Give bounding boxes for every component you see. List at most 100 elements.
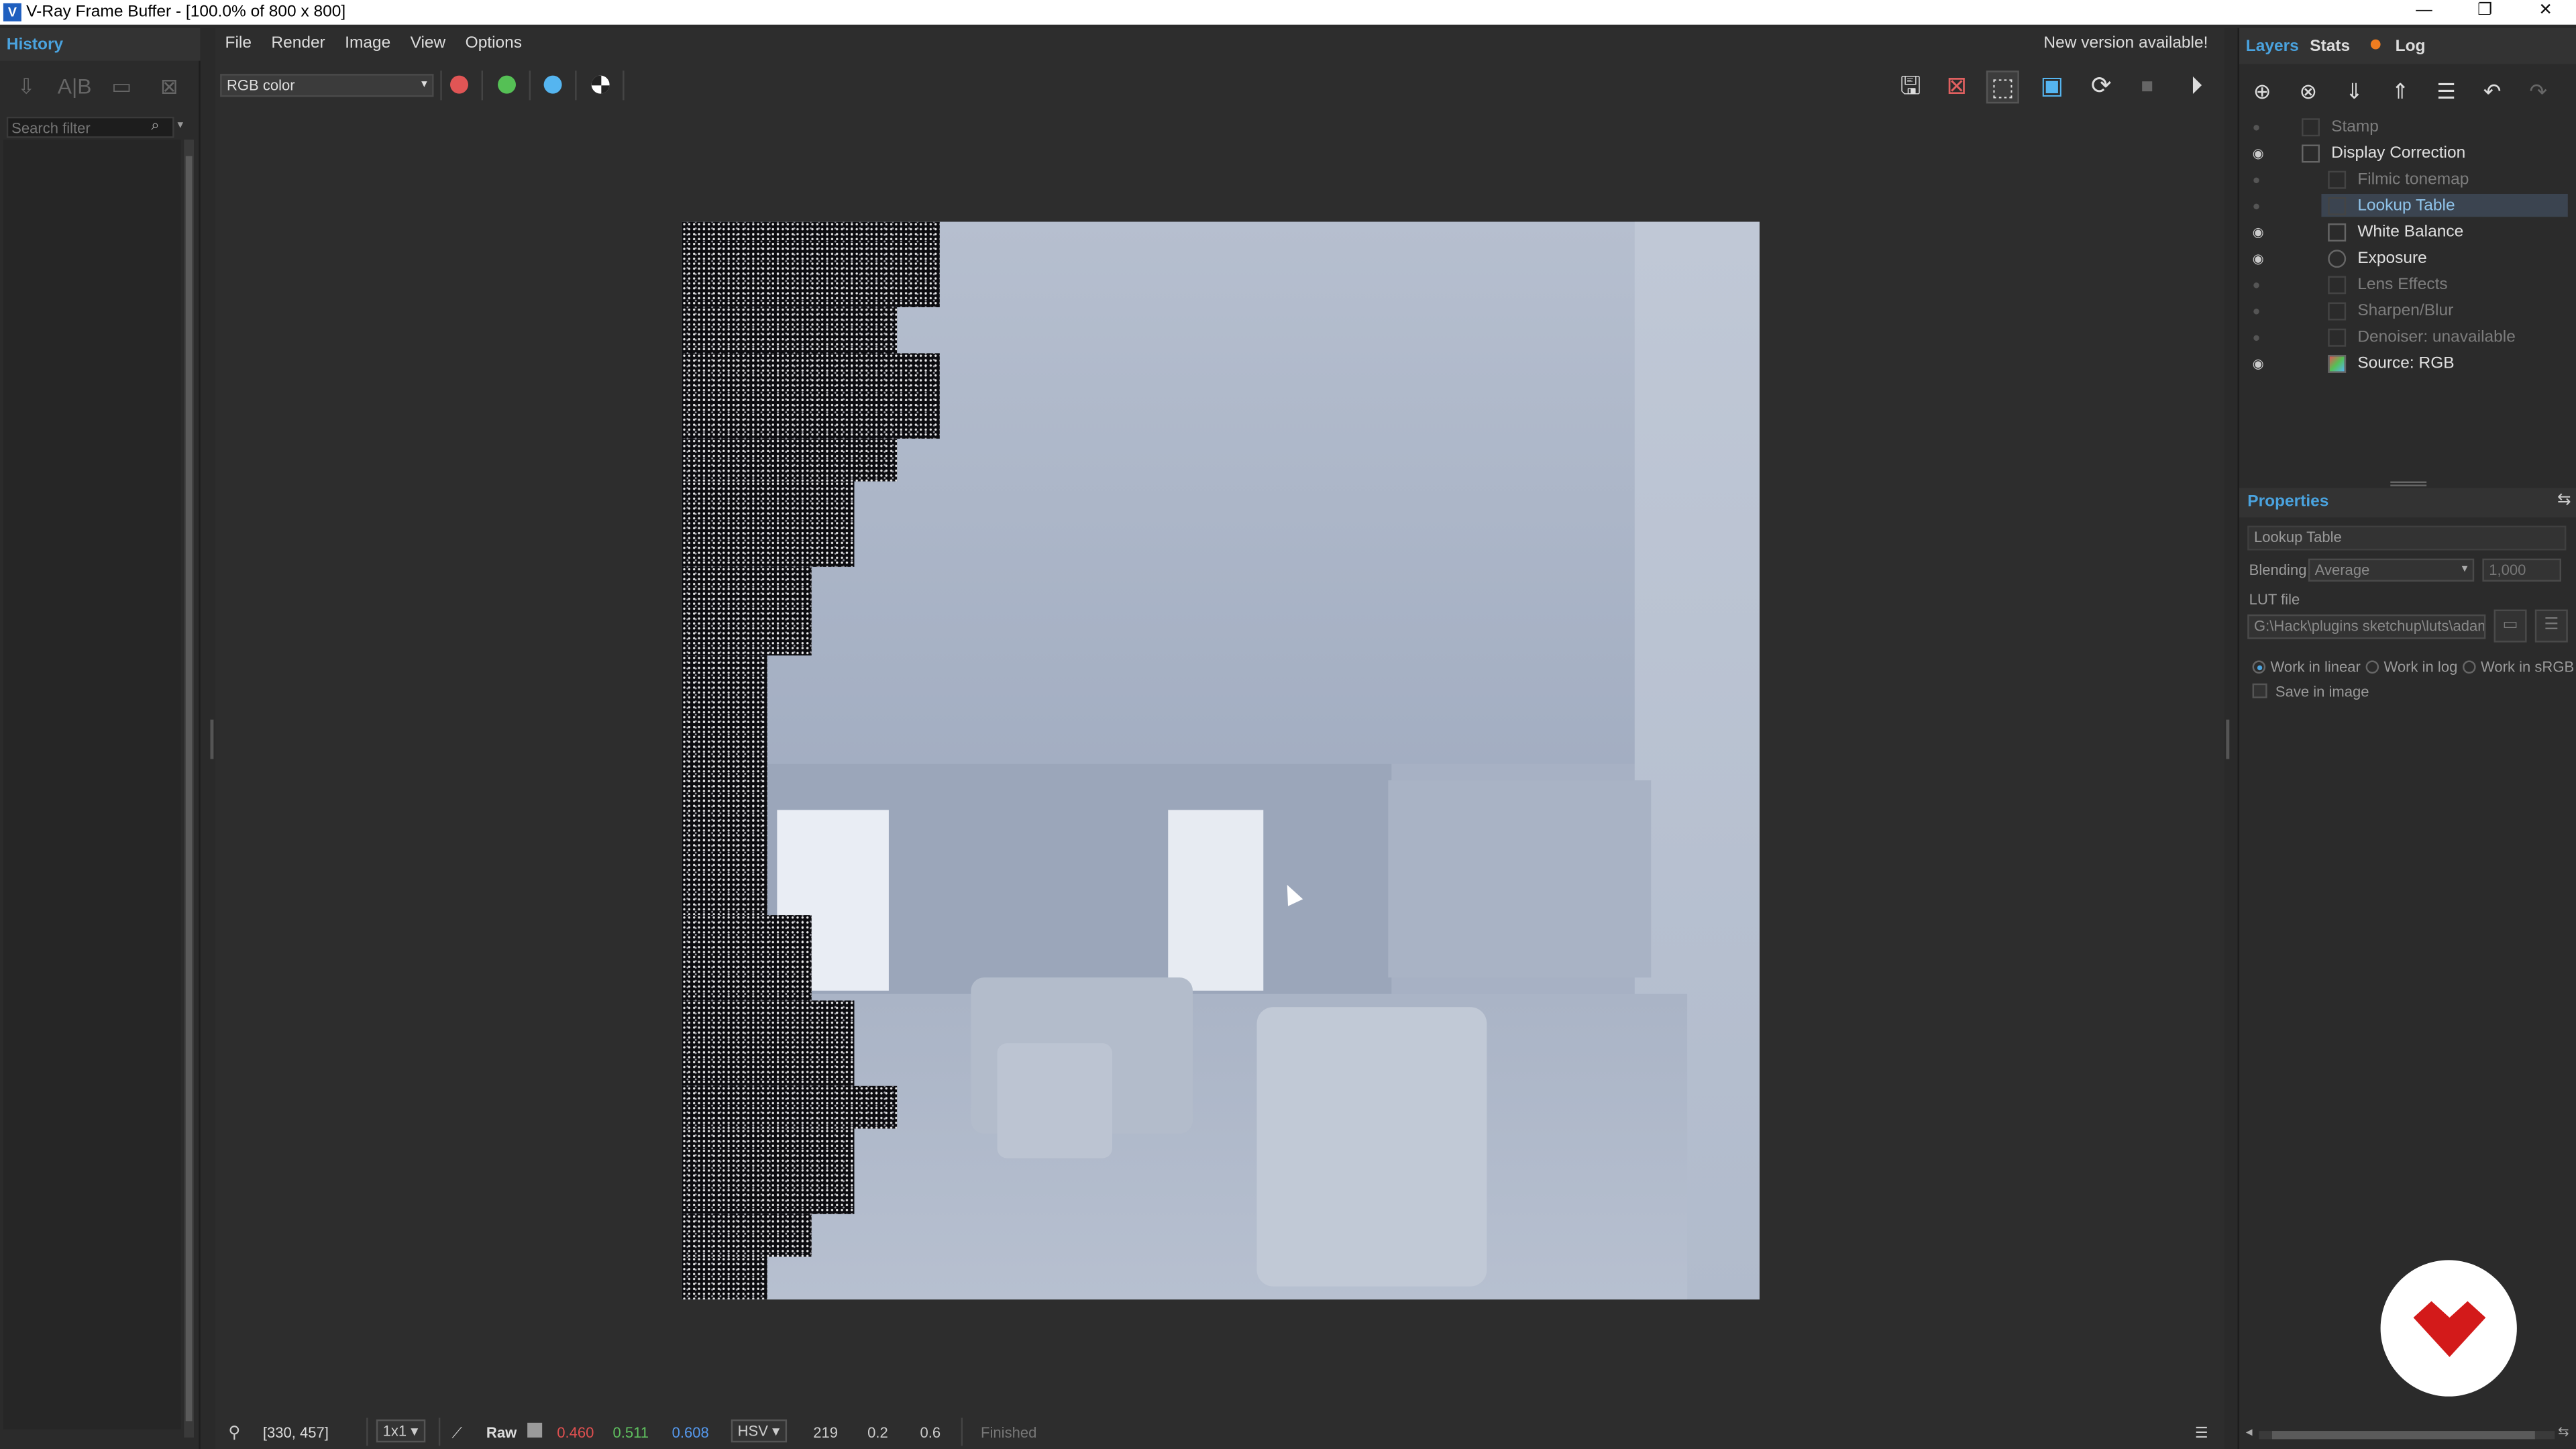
chevron-down-icon: ▾: [421, 78, 427, 91]
layer-row-white-balance[interactable]: ◉ White Balance: [2239, 220, 2569, 245]
panel-splitter-handle[interactable]: [2390, 481, 2427, 486]
menu-image[interactable]: Image: [335, 28, 400, 61]
new-version-link[interactable]: New version available!: [2043, 34, 2208, 52]
browse-folder-icon[interactable]: ▭: [2493, 609, 2527, 643]
history-tab[interactable]: History: [0, 28, 201, 61]
tab-layers[interactable]: Layers: [2246, 38, 2299, 56]
restore-button[interactable]: ❐: [2455, 0, 2516, 25]
save-image-icon[interactable]: 🖫: [1894, 70, 1927, 103]
save-layer-tree-icon[interactable]: ⇓: [2338, 77, 2371, 107]
properties-hscrollbar-thumb[interactable]: [2271, 1431, 2535, 1440]
right-splitter-handle[interactable]: [2226, 719, 2230, 759]
layer-row-denoiser[interactable]: ● Denoiser: unavailable: [2239, 325, 2569, 350]
color-mode-value: HSV: [737, 1422, 768, 1440]
left-splitter-handle[interactable]: [210, 719, 214, 759]
delete-layer-icon[interactable]: ⊗: [2292, 77, 2324, 107]
close-button[interactable]: ✕: [2515, 0, 2576, 25]
sharpen-blur-icon: [2328, 302, 2347, 321]
layer-row-filmic-tonemap[interactable]: ● Filmic tonemap: [2239, 168, 2569, 193]
save-in-image-checkbox[interactable]: [2252, 683, 2267, 698]
history-list[interactable]: [3, 140, 181, 1430]
tab-log[interactable]: Log: [2396, 38, 2426, 56]
layer-row-display-correction[interactable]: ◉ Display Correction: [2239, 142, 2569, 166]
layer-row-exposure[interactable]: ◉ Exposure: [2239, 246, 2569, 271]
layer-label: Denoiser: unavailable: [2357, 328, 2516, 347]
stop-render-icon[interactable]: ⏹: [2131, 70, 2163, 103]
menu-view[interactable]: View: [400, 28, 455, 61]
undo-icon[interactable]: ↶: [2476, 77, 2509, 107]
region-render-icon[interactable]: ▣: [2035, 70, 2068, 103]
blending-amount-spinner[interactable]: 1,000: [2482, 558, 2561, 582]
layer-label: Source: RGB: [2357, 354, 2455, 373]
visibility-eye-icon[interactable]: ●: [2253, 278, 2261, 292]
layer-label: Lens Effects: [2357, 276, 2448, 294]
visibility-eye-icon[interactable]: ●: [2253, 120, 2261, 135]
render-interactive-icon[interactable]: ⟳: [2085, 70, 2118, 103]
search-icon[interactable]: ⌕: [151, 117, 159, 135]
remove-history-icon[interactable]: ⊠: [153, 74, 186, 100]
channel-select[interactable]: RGB color ▾: [220, 74, 434, 97]
curve-icon[interactable]: ⟋: [451, 1424, 462, 1442]
zoom-ratio-select[interactable]: 1x1 ▾: [376, 1419, 425, 1443]
track-mouse-icon[interactable]: ⬚: [1986, 70, 2019, 104]
load-layer-tree-icon[interactable]: ⇑: [2383, 77, 2416, 107]
color-mode-select[interactable]: HSV ▾: [731, 1419, 786, 1443]
work-in-linear-radio[interactable]: [2252, 660, 2266, 674]
add-layer-icon[interactable]: ⊕: [2246, 77, 2279, 107]
layer-row-lookup-table[interactable]: ● Lookup Table: [2239, 193, 2569, 219]
render-canvas[interactable]: [682, 221, 1760, 1300]
green-channel-toggle[interactable]: [498, 75, 516, 94]
scroll-left-icon[interactable]: ◂: [2246, 1424, 2253, 1439]
pixel-pick-icon[interactable]: ⚲: [228, 1424, 240, 1442]
blue-value: 0.608: [672, 1424, 709, 1441]
menu-file[interactable]: File: [215, 28, 262, 61]
redo-icon[interactable]: ↷: [2522, 77, 2555, 107]
history-scrollbar[interactable]: [184, 140, 194, 1438]
toolbar-divider: [575, 70, 577, 101]
history-toolbar: ⇩ A|B ▭ ⊠: [10, 74, 186, 100]
red-channel-toggle[interactable]: [450, 75, 468, 94]
properties-hscrollbar[interactable]: [2259, 1431, 2555, 1440]
layer-row-lens-effects[interactable]: ● Lens Effects: [2239, 273, 2569, 298]
chevron-down-icon: ▾: [2461, 564, 2468, 576]
work-in-log-radio[interactable]: [2365, 660, 2379, 674]
layer-presets-icon[interactable]: ☰: [2430, 77, 2463, 107]
monochrome-toggle[interactable]: [591, 75, 610, 94]
start-render-icon[interactable]: ⏵: [2180, 70, 2213, 103]
layer-row-sharpen-blur[interactable]: ● Sharpen/Blur: [2239, 299, 2569, 324]
visibility-eye-icon[interactable]: ◉: [2253, 252, 2264, 266]
visibility-eye-icon[interactable]: ◉: [2253, 146, 2264, 161]
search-filter-dropdown-icon[interactable]: ▾: [177, 118, 183, 131]
history-scrollbar-thumb[interactable]: [185, 156, 193, 1421]
layer-row-source-rgb[interactable]: ◉ Source: RGB: [2239, 352, 2569, 376]
log-toggle-icon[interactable]: ☰: [2195, 1424, 2208, 1442]
load-history-icon[interactable]: ▭: [105, 74, 138, 100]
blue-channel-toggle[interactable]: [543, 75, 562, 94]
lut-file-path-field[interactable]: G:\Hack\plugins sketchup\luts\adam: [2247, 614, 2486, 639]
visibility-eye-icon[interactable]: ●: [2253, 330, 2261, 345]
compare-ab-icon[interactable]: A|B: [58, 74, 92, 100]
history-search-input[interactable]: [6, 116, 174, 138]
layers-toolbar: ⊕ ⊗ ⇓ ⇑ ☰ ↶ ↷: [2246, 77, 2555, 107]
blending-select[interactable]: Average ▾: [2308, 558, 2475, 582]
vray-logo: [2380, 1260, 2517, 1397]
minimize-button[interactable]: —: [2394, 0, 2455, 25]
clear-image-icon[interactable]: ⊠: [1940, 70, 1973, 103]
tab-stats[interactable]: Stats: [2310, 38, 2350, 56]
lut-options-icon[interactable]: ☰: [2534, 609, 2568, 643]
vfb-window: V V-Ray Frame Buffer - [100.0% of 800 x …: [0, 0, 2576, 1449]
work-in-srgb-radio[interactable]: [2463, 660, 2476, 674]
visibility-eye-icon[interactable]: ●: [2253, 199, 2261, 213]
visibility-eye-icon[interactable]: ◉: [2253, 356, 2264, 371]
visibility-eye-icon[interactable]: ●: [2253, 172, 2261, 187]
visibility-eye-icon[interactable]: ◉: [2253, 225, 2264, 240]
work-in-linear-label: Work in linear: [2270, 659, 2361, 676]
scroll-right-icon[interactable]: ⇆: [2558, 1424, 2569, 1439]
visibility-eye-icon[interactable]: ●: [2253, 304, 2261, 319]
menu-options[interactable]: Options: [455, 28, 532, 61]
layer-row-stamp[interactable]: ● Stamp: [2239, 115, 2569, 140]
save-to-history-icon[interactable]: ⇩: [10, 74, 43, 100]
menu-render[interactable]: Render: [262, 28, 335, 61]
layer-name-field[interactable]: Lookup Table: [2247, 525, 2567, 551]
dock-icon[interactable]: ⇆: [2557, 491, 2571, 509]
